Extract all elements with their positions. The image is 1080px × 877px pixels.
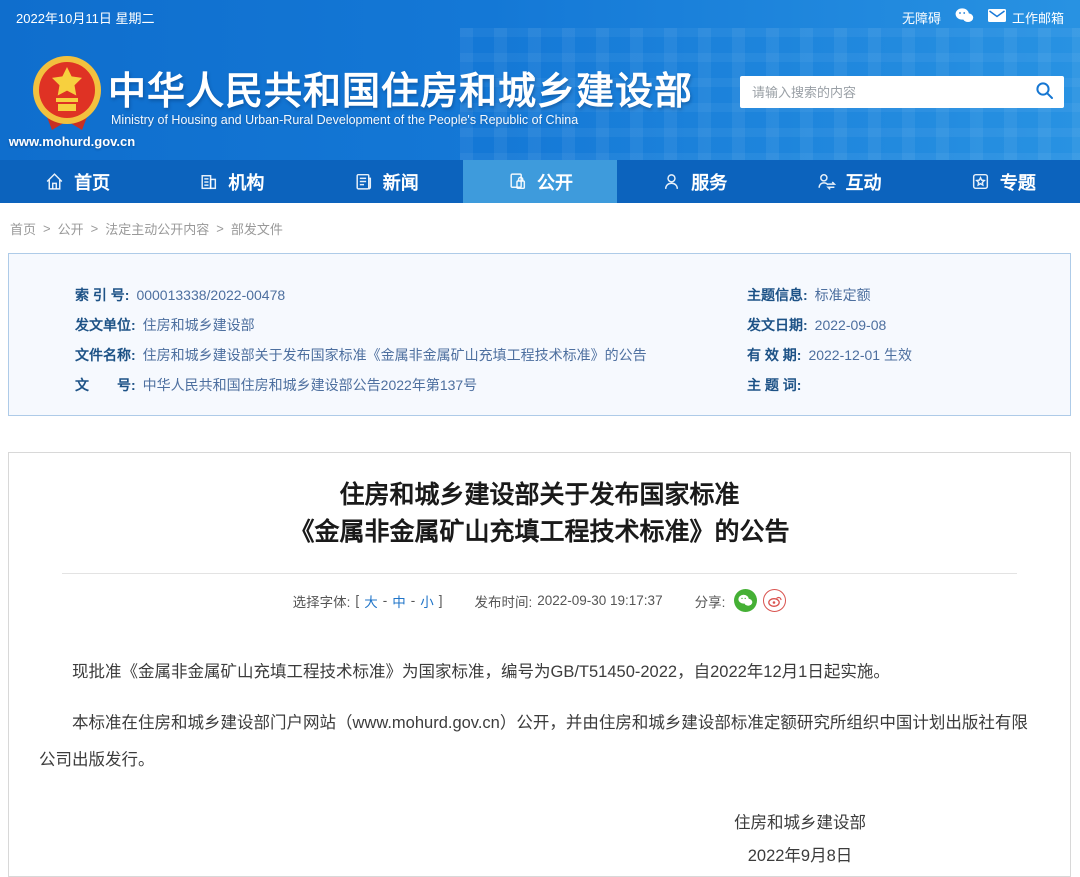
article-paragraph-2: 本标准在住房和城乡建设部门户网站（www.mohurd.gov.cn）公开，并由… — [39, 714, 1028, 769]
search-icon — [1035, 81, 1054, 103]
nav-item-news[interactable]: 新闻 — [309, 160, 463, 203]
topbar-date: 2022年10月11日 星期二 — [16, 10, 155, 26]
article-title-line2: 《金属非金属矿山充填工程技术标准》的公告 — [289, 518, 790, 546]
info-label: 文件名称: — [75, 347, 136, 363]
info-value: 住房和城乡建设部 — [142, 317, 255, 333]
info-value: 000013338/2022-00478 — [136, 287, 286, 303]
info-value: 住房和城乡建设部关于发布国家标准《金属非金属矿山充填工程技术标准》的公告 — [142, 347, 647, 363]
wechat-share-icon[interactable] — [734, 589, 758, 612]
document-info-box: 索 引 号: 000013338/2022-00478 发文单位: 住房和城乡建… — [8, 253, 1071, 416]
publish-time-value: 2022-09-30 19:17:37 — [537, 593, 663, 608]
nav-label: 专题 — [999, 172, 1036, 193]
mailbox-label: 工作邮箱 — [1011, 10, 1064, 26]
nav-label: 新闻 — [382, 172, 419, 193]
nav-label: 机构 — [228, 172, 265, 193]
search-input[interactable] — [740, 84, 1024, 100]
breadcrumb: 首页 > 公开 > 法定主动公开内容 > 部发文件 — [0, 203, 1080, 253]
nav-item-topics[interactable]: 专题 — [926, 160, 1080, 203]
accessibility-label: 无障碍 — [901, 10, 941, 26]
article-meta-row: 选择字体: [ 大 - 中 - 小 ] 发布时间: 2022-09-30 19:… — [9, 589, 1070, 612]
site-title: 中华人民共和国住房和城乡建设部 — [108, 71, 694, 113]
weibo-share-icon[interactable] — [763, 589, 787, 612]
disclosure-icon — [507, 171, 528, 192]
info-row-topic: 主题信息: 标准定额 — [747, 280, 1070, 310]
nav-label: 公开 — [536, 172, 573, 193]
breadcrumb-separator: > — [43, 220, 51, 236]
article-title-line1: 住房和城乡建设部关于发布国家标准 — [339, 481, 740, 509]
article-panel: 住房和城乡建设部关于发布国家标准 《金属非金属矿山充填工程技术标准》的公告 选择… — [8, 452, 1071, 877]
info-label: 主 题 词: — [747, 377, 802, 393]
breadcrumb-statutory-content[interactable]: 法定主动公开内容 — [105, 219, 209, 238]
organization-icon — [198, 171, 219, 192]
work-mailbox-link[interactable]: 工作邮箱 — [987, 8, 1064, 27]
topics-icon — [970, 171, 991, 192]
nav-label: 互动 — [845, 172, 882, 193]
topbar: 2022年10月11日 星期二 无障碍 工作邮箱 — [0, 0, 1080, 34]
nav-item-interaction[interactable]: 互动 — [771, 160, 925, 203]
search-button[interactable] — [1024, 76, 1064, 108]
info-label: 发文日期: — [747, 317, 808, 333]
info-label: 发文单位: — [75, 317, 136, 333]
signature-date: 2022年9月8日 — [747, 847, 853, 865]
info-row-document-title: 文件名称: 住房和城乡建设部关于发布国家标准《金属非金属矿山充填工程技术标准》的… — [75, 340, 747, 370]
info-row-issuing-unit: 发文单位: 住房和城乡建设部 — [75, 310, 747, 340]
info-value: 中华人民共和国住房和城乡建设部公告2022年第137号 — [142, 377, 478, 393]
breadcrumb-disclosure[interactable]: 公开 — [58, 219, 84, 238]
wechat-link[interactable] — [955, 7, 974, 27]
info-label: 主题信息: — [747, 287, 808, 303]
nav-item-home[interactable]: 首页 — [0, 160, 154, 203]
info-value: 标准定额 — [814, 287, 871, 303]
info-row-effective-date: 有 效 期: 2022-12-01 生效 — [747, 340, 1070, 370]
nav-item-organization[interactable]: 机构 — [154, 160, 308, 203]
font-selector-separator: - — [410, 593, 416, 608]
breadcrumb-separator: > — [216, 220, 224, 236]
font-size-medium-button[interactable]: 中 — [392, 591, 406, 611]
article-body: 现批准《金属非金属矿山充填工程技术标准》为国家标准，编号为GB/T51450-2… — [9, 654, 1070, 779]
nav-label: 首页 — [74, 172, 111, 193]
info-value: 2022-12-01 生效 — [808, 347, 912, 363]
service-icon — [661, 171, 682, 192]
font-selector-bracket-close: ] — [438, 593, 443, 608]
news-icon — [353, 171, 374, 192]
wechat-icon — [955, 7, 974, 27]
site-url: www.mohurd.gov.cn — [8, 134, 136, 149]
accessibility-link[interactable]: 无障碍 — [902, 8, 941, 27]
article-signature: 住房和城乡建设部 2022年9月8日 — [680, 807, 920, 873]
font-size-large-button[interactable]: 大 — [364, 591, 378, 611]
article-paragraph-1: 现批准《金属非金属矿山充填工程技术标准》为国家标准，编号为GB/T51450-2… — [72, 663, 890, 681]
site-subtitle: Ministry of Housing and Urban-Rural Deve… — [111, 113, 579, 127]
nav-label: 服务 — [691, 172, 728, 193]
info-value: 2022-09-08 — [814, 317, 887, 333]
info-row-issue-date: 发文日期: 2022-09-08 — [747, 310, 1070, 340]
article-title: 住房和城乡建设部关于发布国家标准 《金属非金属矿山充填工程技术标准》的公告 — [9, 477, 1070, 551]
home-icon — [44, 171, 65, 192]
info-row-document-number: 文 号: 中华人民共和国住房和城乡建设部公告2022年第137号 — [75, 370, 747, 400]
interaction-icon — [816, 171, 837, 192]
mail-icon — [987, 9, 1006, 25]
share-label: 分享: — [694, 594, 726, 610]
main-nav: 首页 机构 新闻 公开 服务 互动 专题 — [0, 160, 1080, 203]
title-divider — [62, 573, 1017, 574]
breadcrumb-separator: > — [90, 220, 99, 236]
info-label: 文 号: — [75, 377, 136, 393]
nav-item-disclosure[interactable]: 公开 — [462, 160, 618, 203]
info-row-index-number: 索 引 号: 000013338/2022-00478 — [75, 280, 747, 310]
breadcrumb-home[interactable]: 首页 — [10, 219, 36, 238]
info-label: 索 引 号: — [75, 287, 130, 303]
font-selector-bracket-open: [ — [355, 593, 360, 608]
nav-item-service[interactable]: 服务 — [617, 160, 771, 203]
site-header: 2022年10月11日 星期二 无障碍 工作邮箱 www.mohurd.gov.… — [0, 0, 1080, 160]
national-emblem-logo — [30, 54, 104, 136]
search-box — [740, 76, 1064, 108]
font-selector-separator: - — [382, 593, 388, 608]
info-row-keywords: 主 题 词: — [747, 370, 1070, 400]
info-label: 有 效 期: — [747, 347, 802, 363]
font-selector-label: 选择字体: — [292, 594, 351, 610]
font-size-small-button[interactable]: 小 — [420, 591, 434, 611]
publish-time-label: 发布时间: — [474, 594, 533, 610]
signature-organization: 住房和城乡建设部 — [734, 814, 866, 832]
breadcrumb-ministry-documents[interactable]: 部发文件 — [231, 219, 283, 238]
